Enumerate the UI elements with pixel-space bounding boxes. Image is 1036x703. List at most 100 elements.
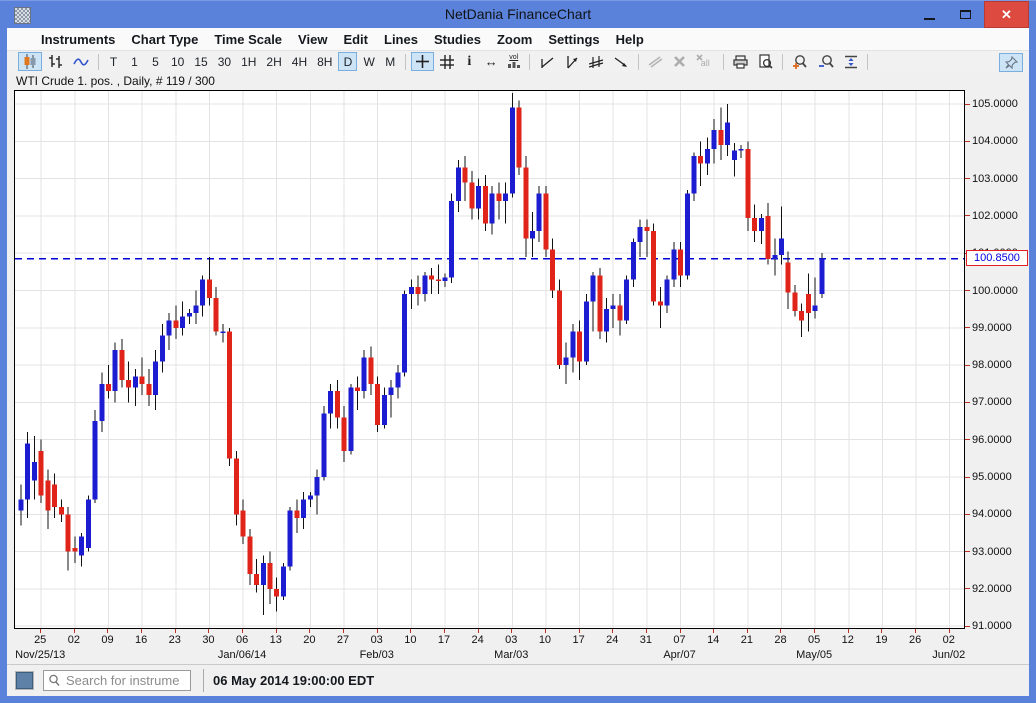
y-axis-tick: 93.0000 <box>965 545 1012 559</box>
y-axis-tick: 100.0000 <box>965 284 1018 298</box>
timeframe-button-T[interactable]: T <box>104 52 123 71</box>
timeframe-button-M[interactable]: M <box>381 52 400 71</box>
y-axis-tick: 104.0000 <box>965 134 1018 148</box>
x-tick-mark <box>612 629 613 633</box>
info-button[interactable]: i <box>460 52 479 71</box>
minimize-button[interactable] <box>912 1 946 28</box>
volume-button[interactable]: vol <box>504 52 524 71</box>
timeframe-button-8H[interactable]: 8H <box>313 52 336 71</box>
crosshair-button[interactable] <box>411 52 434 71</box>
timeframe-button-W[interactable]: W <box>359 52 378 71</box>
toolbar-separator <box>638 54 639 70</box>
ray-icon <box>614 55 629 69</box>
search-box[interactable] <box>43 670 191 691</box>
y-axis-label: 93.0000 <box>972 546 1012 558</box>
x-axis-label: 19 <box>866 634 896 646</box>
timeframe-button-1H[interactable]: 1H <box>237 52 260 71</box>
line-chart-button[interactable] <box>69 52 93 71</box>
timeframe-button-5[interactable]: 5 <box>146 52 165 71</box>
ray-button[interactable] <box>610 52 633 71</box>
y-axis-tick: 102.0000 <box>965 209 1018 223</box>
menu-item-time-scale[interactable]: Time Scale <box>206 30 290 49</box>
timeframe-button-1[interactable]: 1 <box>125 52 144 71</box>
x-tick-mark <box>680 629 681 633</box>
delete-all-lines-button[interactable]: all <box>692 52 718 71</box>
timeframe-button-2H[interactable]: 2H <box>262 52 285 71</box>
x-axis-label: 02 <box>934 634 964 646</box>
ohlc-bar-chart-button[interactable] <box>44 52 67 71</box>
close-button[interactable]: ✕ <box>984 1 1029 28</box>
zoom-in-icon <box>792 54 808 69</box>
print-button[interactable] <box>729 52 752 71</box>
x-tick-mark <box>343 629 344 633</box>
edit-lines-icon <box>648 55 663 68</box>
zoom-in-button[interactable] <box>788 52 812 71</box>
x-axis-month-label: Jan/06/14 <box>207 649 277 661</box>
grid-button[interactable] <box>436 52 458 71</box>
x-tick-mark <box>949 629 950 633</box>
menu-item-chart-type[interactable]: Chart Type <box>123 30 206 49</box>
candlestick-chart-button[interactable] <box>18 52 42 71</box>
x-tick-mark <box>780 629 781 633</box>
y-axis-label: 96.0000 <box>972 434 1012 446</box>
y-tick-mark <box>965 626 970 627</box>
parallel-channel-button[interactable] <box>585 52 608 71</box>
menu-item-view[interactable]: View <box>290 30 335 49</box>
x-tick-mark <box>848 629 849 633</box>
vertical-line-button[interactable] <box>560 52 583 71</box>
timeframe-button-15[interactable]: 15 <box>190 52 211 71</box>
print-preview-button[interactable] <box>754 52 777 71</box>
trend-line-button[interactable] <box>535 52 558 71</box>
menu-item-zoom[interactable]: Zoom <box>489 30 540 49</box>
toolbar-separator <box>405 54 406 70</box>
title-bar[interactable]: NetDania FinanceChart ✕ <box>0 0 1036 28</box>
maximize-button[interactable] <box>948 1 982 28</box>
menu-item-studies[interactable]: Studies <box>426 30 489 49</box>
fit-vertical-button[interactable] <box>840 52 862 71</box>
x-axis-month-label: Nov/25/13 <box>5 649 75 661</box>
maximize-icon <box>960 10 971 19</box>
y-tick-mark <box>965 290 970 291</box>
crosshair-icon <box>415 54 430 69</box>
x-axis-label: 12 <box>833 634 863 646</box>
timeframe-button-10[interactable]: 10 <box>167 52 188 71</box>
chart-plot-area[interactable] <box>14 90 965 629</box>
delete-line-button[interactable] <box>669 52 690 71</box>
search-icon <box>48 674 61 687</box>
timeframe-button-30[interactable]: 30 <box>214 52 235 71</box>
x-axis-label: 24 <box>597 634 627 646</box>
y-axis-tick: 103.0000 <box>965 172 1018 186</box>
x-axis-label: 13 <box>261 634 291 646</box>
x-axis-label: 10 <box>530 634 560 646</box>
pin-button[interactable] <box>999 53 1023 72</box>
toolbar: T151015301H2H4H8HDWM i <box>7 50 1029 73</box>
x-axis-label: 10 <box>395 634 425 646</box>
menu-item-help[interactable]: Help <box>608 30 652 49</box>
search-input[interactable] <box>64 672 182 689</box>
timeframe-button-D[interactable]: D <box>338 52 357 71</box>
price-axis[interactable]: 105.0000104.0000103.0000102.0000101.0000… <box>965 90 1029 629</box>
timeframe-button-4H[interactable]: 4H <box>288 52 311 71</box>
info-icon: i <box>467 55 471 69</box>
x-tick-mark <box>276 629 277 633</box>
window-title: NetDania FinanceChart <box>0 6 1036 22</box>
x-axis-label: 28 <box>765 634 795 646</box>
instrument-color-swatch[interactable] <box>16 672 33 689</box>
y-axis-tick: 105.0000 <box>965 97 1018 111</box>
x-tick-mark <box>545 629 546 633</box>
y-axis-tick: 98.0000 <box>965 358 1012 372</box>
x-axis-label: 24 <box>463 634 493 646</box>
delete-line-icon <box>673 55 686 68</box>
y-axis-label: 104.0000 <box>972 135 1018 147</box>
x-tick-mark <box>141 629 142 633</box>
edit-lines-button[interactable] <box>644 52 667 71</box>
zoom-out-button[interactable] <box>814 52 838 71</box>
x-tick-mark <box>881 629 882 633</box>
horizontal-scroll-button[interactable]: ↔ <box>481 52 502 71</box>
line-chart-icon <box>73 56 89 68</box>
x-tick-mark <box>242 629 243 633</box>
menu-item-instruments[interactable]: Instruments <box>33 30 123 49</box>
menu-item-lines[interactable]: Lines <box>376 30 426 49</box>
menu-item-settings[interactable]: Settings <box>540 30 607 49</box>
menu-item-edit[interactable]: Edit <box>335 30 376 49</box>
